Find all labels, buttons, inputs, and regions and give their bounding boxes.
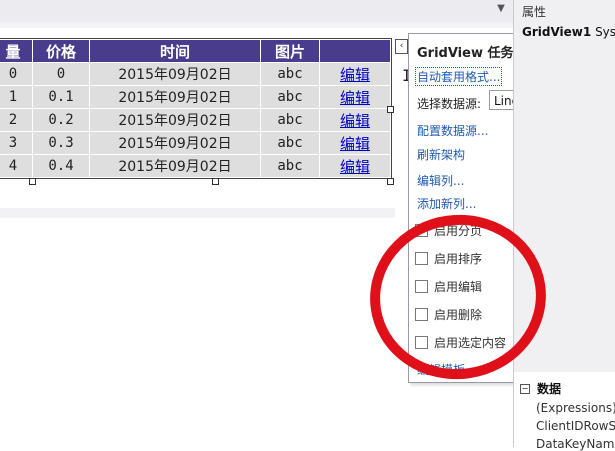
red-annotation-circle bbox=[370, 214, 546, 380]
annotation-ellipse bbox=[370, 214, 546, 380]
